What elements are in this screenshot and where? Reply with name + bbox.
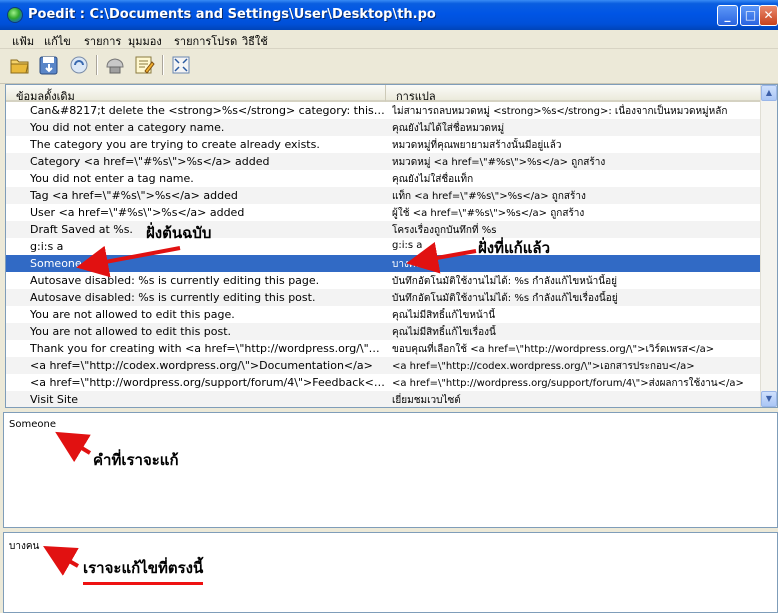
- source-cell: Autosave disabled: %s is currently editi…: [30, 274, 320, 287]
- annotation-translated-side: ฝั่งที่แก้แล้ว: [478, 239, 551, 257]
- source-cell: <a href=\"http://wordpress.org/support/f…: [30, 376, 386, 389]
- source-cell: You did not enter a tag name.: [30, 172, 194, 185]
- save-icon[interactable]: [38, 54, 60, 76]
- translation-cell: ขอบคุณที่เลือกใช้ <a href=\"http://wordp…: [392, 344, 715, 355]
- scroll-up-button[interactable]: ▲: [761, 85, 777, 101]
- list-row[interactable]: User <a href=\"#%s\">%s</a> added ผู้ใช้ …: [6, 204, 762, 221]
- source-cell: Visit Site: [30, 393, 79, 406]
- translation-text: บางคน: [9, 541, 40, 552]
- translation-cell: คุณยังไม่ได้ใส่ชื่อหมวดหมู่: [392, 123, 505, 134]
- open-folder-icon[interactable]: [9, 54, 31, 76]
- translation-cell: คุณยังไม่ใส่ชื่อแท็ก: [392, 174, 474, 185]
- translation-cell: คุณไม่มีสิทธิ์แก้ไขหน้านี้: [392, 310, 496, 321]
- source-cell: Autosave disabled: %s is currently editi…: [30, 291, 316, 304]
- list-row[interactable]: Autosave disabled: %s is currently editi…: [6, 272, 762, 289]
- list-row-selected[interactable]: Someone บางคน: [6, 255, 762, 272]
- list-row[interactable]: Can&#8217;t delete the <strong>%s</stron…: [6, 102, 762, 119]
- list-scrollbar[interactable]: ▲ ▼: [760, 85, 777, 407]
- source-cell: Someone: [30, 257, 82, 270]
- translation-cell: บันทึกอัตโนมัติใช้งานไม่ได้: %s กำลังแก้…: [392, 293, 618, 304]
- comment-icon[interactable]: [133, 54, 155, 76]
- list-row[interactable]: The category you are trying to create al…: [6, 136, 762, 153]
- poedit-app-icon: [7, 7, 23, 23]
- source-cell: You did not enter a category name.: [30, 121, 225, 134]
- translation-cell: หมวดหมู่ <a href=\"#%s\">%s</a> ถูกสร้าง: [392, 157, 606, 168]
- list-row[interactable]: Thank you for creating with <a href=\"ht…: [6, 340, 762, 357]
- list-row[interactable]: <a href=\"http://wordpress.org/support/f…: [6, 374, 762, 391]
- menu-edit[interactable]: แก้ไข: [44, 32, 71, 50]
- list-row[interactable]: Draft Saved at %s. โครงเรื่องถูกบันทึกที่…: [6, 221, 762, 238]
- translation-cell: คุณไม่มีสิทธิ์แก้ไขเรื่องนี้: [392, 327, 496, 338]
- translation-cell: บางคน: [392, 259, 423, 270]
- annotation-edit-here: เราจะแก้ไขที่ตรงนี้: [83, 556, 204, 585]
- list-row[interactable]: You are not allowed to edit this page. คุ…: [6, 306, 762, 323]
- source-cell: User <a href=\"#%s\">%s</a> added: [30, 206, 245, 219]
- update-catalog-icon[interactable]: [68, 54, 90, 76]
- column-header-source[interactable]: ข้อมูลดั้งเดิม: [6, 85, 386, 102]
- list-row[interactable]: Autosave disabled: %s is currently editi…: [6, 289, 762, 306]
- list-row[interactable]: Category <a href=\"#%s\">%s</a> added หมว…: [6, 153, 762, 170]
- translation-cell: โครงเรื่องถูกบันทึกที่ %s: [392, 225, 497, 236]
- menu-help[interactable]: วิธีใช้: [242, 32, 268, 50]
- source-cell: Category <a href=\"#%s\">%s</a> added: [30, 155, 270, 168]
- translation-cell: ผู้ใช้ <a href=\"#%s\">%s</a> ถูกสร้าง: [392, 208, 585, 219]
- close-button[interactable]: ✕: [759, 5, 778, 26]
- menu-catalog[interactable]: รายการ: [84, 32, 121, 50]
- menu-view[interactable]: มุมมอง: [128, 32, 162, 50]
- list-row[interactable]: g:i:s a g:i:s a: [6, 238, 762, 255]
- list-row[interactable]: You are not allowed to edit this post. คุ…: [6, 323, 762, 340]
- toolbar: [0, 49, 778, 84]
- source-cell: The category you are trying to create al…: [30, 138, 320, 151]
- toolbar-separator: [96, 55, 98, 75]
- source-cell: Tag <a href=\"#%s\">%s</a> added: [30, 189, 238, 202]
- toolbar-separator: [162, 55, 164, 75]
- list-row[interactable]: Visit Site เยี่ยมชมเวบไซต์: [6, 391, 762, 407]
- menu-bookmarks[interactable]: รายการโปรด: [174, 32, 237, 50]
- translation-cell: แท็ก <a href=\"#%s\">%s</a> ถูกสร้าง: [392, 191, 586, 202]
- translation-cell: <a href=\"http://codex.wordpress.org/\">…: [392, 361, 695, 372]
- source-cell: Can&#8217;t delete the <strong>%s</stron…: [30, 104, 386, 117]
- source-cell: You are not allowed to edit this page.: [30, 308, 235, 321]
- list-row[interactable]: <a href=\"http://codex.wordpress.org/\">…: [6, 357, 762, 374]
- annotation-source-side: ฝั่งต้นฉบับ: [146, 224, 212, 242]
- source-cell: <a href=\"http://codex.wordpress.org/\">…: [30, 359, 373, 372]
- menu-file[interactable]: แฟ้ม: [12, 32, 34, 50]
- translation-cell: บันทึกอัตโนมัติใช้งานไม่ได้: %s กำลังแก้…: [392, 276, 617, 287]
- menu-bar: แฟ้ม แก้ไข รายการ มุมมอง รายการโปรด วิธี…: [0, 30, 778, 49]
- window-title: Poedit : C:\Documents and Settings\User\…: [28, 7, 436, 22]
- translation-cell: หมวดหมู่ที่คุณพยายามสร้างนั้นมีอยู่แล้ว: [392, 140, 562, 151]
- translation-cell: ไม่สามารถลบหมวดหมู่ <strong>%s</strong>:…: [392, 106, 728, 117]
- list-row[interactable]: You did not enter a category name. คุณยัง…: [6, 119, 762, 136]
- column-header-translation[interactable]: การแปล: [386, 85, 762, 102]
- source-cell: Thank you for creating with <a href=\"ht…: [30, 342, 386, 355]
- annotation-word-to-edit: คำที่เราจะแก้: [93, 451, 179, 469]
- scroll-down-button[interactable]: ▼: [761, 391, 777, 407]
- list-row[interactable]: Tag <a href=\"#%s\">%s</a> added แท็ก <a …: [6, 187, 762, 204]
- validate-icon[interactable]: [104, 54, 126, 76]
- translation-cell: g:i:s a: [392, 240, 423, 251]
- minimize-button[interactable]: _: [717, 5, 738, 26]
- translation-cell: <a href=\"http://wordpress.org/support/f…: [392, 378, 744, 389]
- list-row[interactable]: You did not enter a tag name. คุณยังไม่ใส…: [6, 170, 762, 187]
- translation-cell: เยี่ยมชมเวบไซต์: [392, 395, 461, 406]
- source-cell: You are not allowed to edit this post.: [30, 325, 232, 338]
- fullscreen-icon[interactable]: [170, 54, 192, 76]
- translation-list[interactable]: ข้อมูลดั้งเดิม การแปล Can&#8217;t delete…: [5, 84, 778, 408]
- maximize-button[interactable]: □: [740, 5, 761, 26]
- title-bar[interactable]: Poedit : C:\Documents and Settings\User\…: [0, 0, 778, 30]
- source-text: Someone: [9, 419, 56, 430]
